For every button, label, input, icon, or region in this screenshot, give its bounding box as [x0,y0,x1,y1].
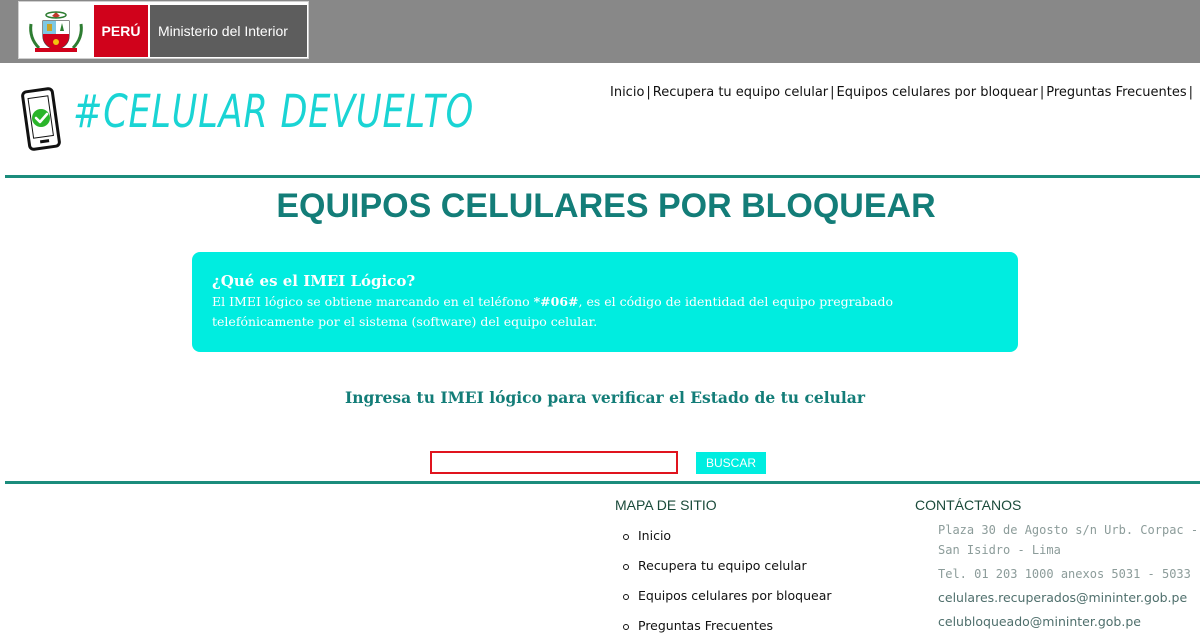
main-navigation: Inicio | Recupera tu equipo celular | Equipo… [610,85,1195,100]
government-top-bar: PERÚ Ministerio del Interior [0,0,1200,63]
list-item: Inicio [615,521,832,551]
nav-inicio[interactable]: Inicio [610,85,644,100]
footer-divider [5,481,1200,484]
imei-info-box: ¿Qué es el IMEI Lógico? El IMEI lógico s… [192,252,1018,352]
imei-code: *#06# [533,294,579,309]
search-prompt: Ingresa tu IMEI lógico para verificar el… [344,388,866,407]
contact-phone: Tel. 01 203 1000 anexos 5031 - 5033 [938,567,1191,581]
nav-separator: | [646,85,651,100]
sitemap-list: Inicio Recupera tu equipo celular Equipo… [615,521,832,641]
government-logo[interactable]: PERÚ Ministerio del Interior [18,1,309,59]
imei-search-input[interactable] [430,451,678,474]
list-item: Equipos celulares por bloquear [615,581,832,611]
brand-logo-text[interactable]: #CELULAR DEVUELTO [73,85,474,138]
sitemap-heading: MAPA DE SITIO [615,497,717,513]
page-title: EQUIPOS CELULARES POR BLOQUEAR [276,187,936,225]
contact-info: Plaza 30 de Agosto s/n Urb. Corpac - San… [938,520,1200,636]
nav-separator: | [1188,85,1194,100]
buscar-button[interactable]: BUSCAR [696,452,766,474]
contact-address: Plaza 30 de Agosto s/n Urb. Corpac - San… [938,523,1199,557]
coat-of-arms-icon [27,8,85,54]
sitemap-link-recupera-equipo[interactable]: Recupera tu equipo celular [638,558,807,573]
bullet-icon [623,624,629,630]
ministry-label: Ministerio del Interior [150,5,307,57]
sitemap-link-equipos-por-bloquear[interactable]: Equipos celulares por bloquear [638,588,832,603]
info-text: El IMEI lógico se obtiene marcando en el… [212,292,998,332]
contact-email-bloqueado[interactable]: celubloqueado@mininter.gob.pe [938,612,1200,632]
info-text-before: El IMEI lógico se obtiene marcando en el… [212,294,534,309]
bullet-icon [623,564,629,570]
contact-heading: CONTÁCTANOS [915,497,1022,513]
nav-separator: | [1039,85,1045,100]
info-title: ¿Qué es el IMEI Lógico? [212,272,416,290]
list-item: Recupera tu equipo celular [615,551,832,581]
bullet-icon [623,594,629,600]
nav-preguntas-frecuentes[interactable]: Preguntas Frecuentes [1046,85,1186,100]
bullet-icon [623,534,629,540]
site-header: #CELULAR DEVUELTO Inicio | Recupera tu equ… [0,63,1200,175]
contact-email-recuperados[interactable]: celulares.recuperados@mininter.gob.pe [938,588,1200,608]
sitemap-link-preguntas-frecuentes[interactable]: Preguntas Frecuentes [638,618,773,633]
country-label: PERÚ [94,5,148,57]
nav-recupera-equipo[interactable]: Recupera tu equipo celular [653,85,828,100]
smartphone-check-icon[interactable] [20,87,68,153]
list-item: Preguntas Frecuentes [615,611,832,641]
sitemap-link-inicio[interactable]: Inicio [638,528,671,543]
header-divider [5,175,1200,178]
nav-separator: | [830,85,835,100]
nav-equipos-por-bloquear[interactable]: Equipos celulares por bloquear [837,85,1038,100]
